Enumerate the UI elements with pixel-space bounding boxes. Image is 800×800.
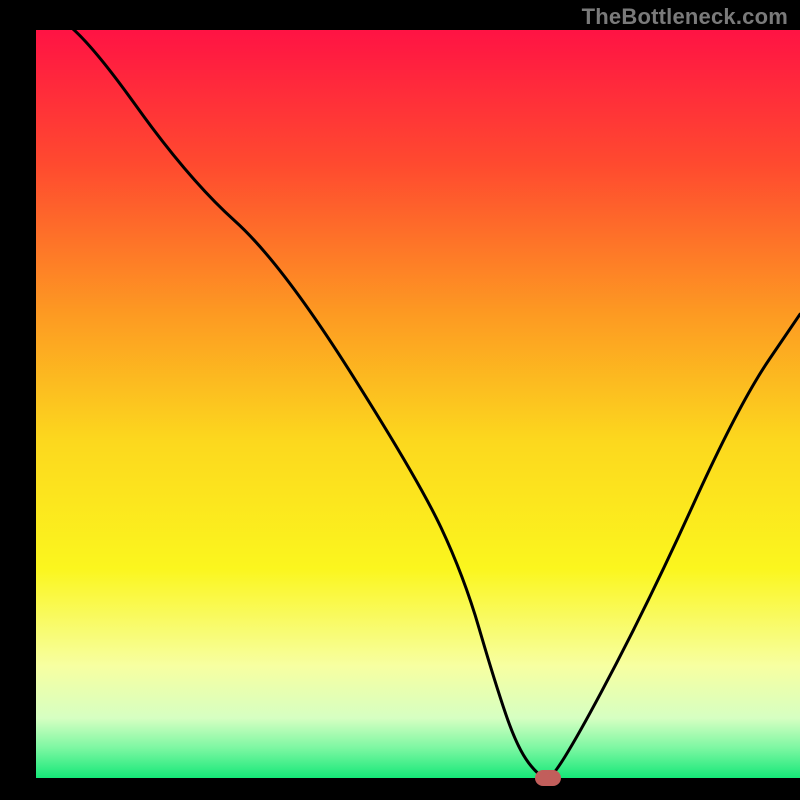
- gradient-background: [36, 30, 800, 778]
- optimal-point-marker: [535, 770, 561, 786]
- chart-frame: TheBottleneck.com: [0, 0, 800, 800]
- plot-svg: [0, 0, 800, 800]
- watermark-text: TheBottleneck.com: [582, 4, 788, 30]
